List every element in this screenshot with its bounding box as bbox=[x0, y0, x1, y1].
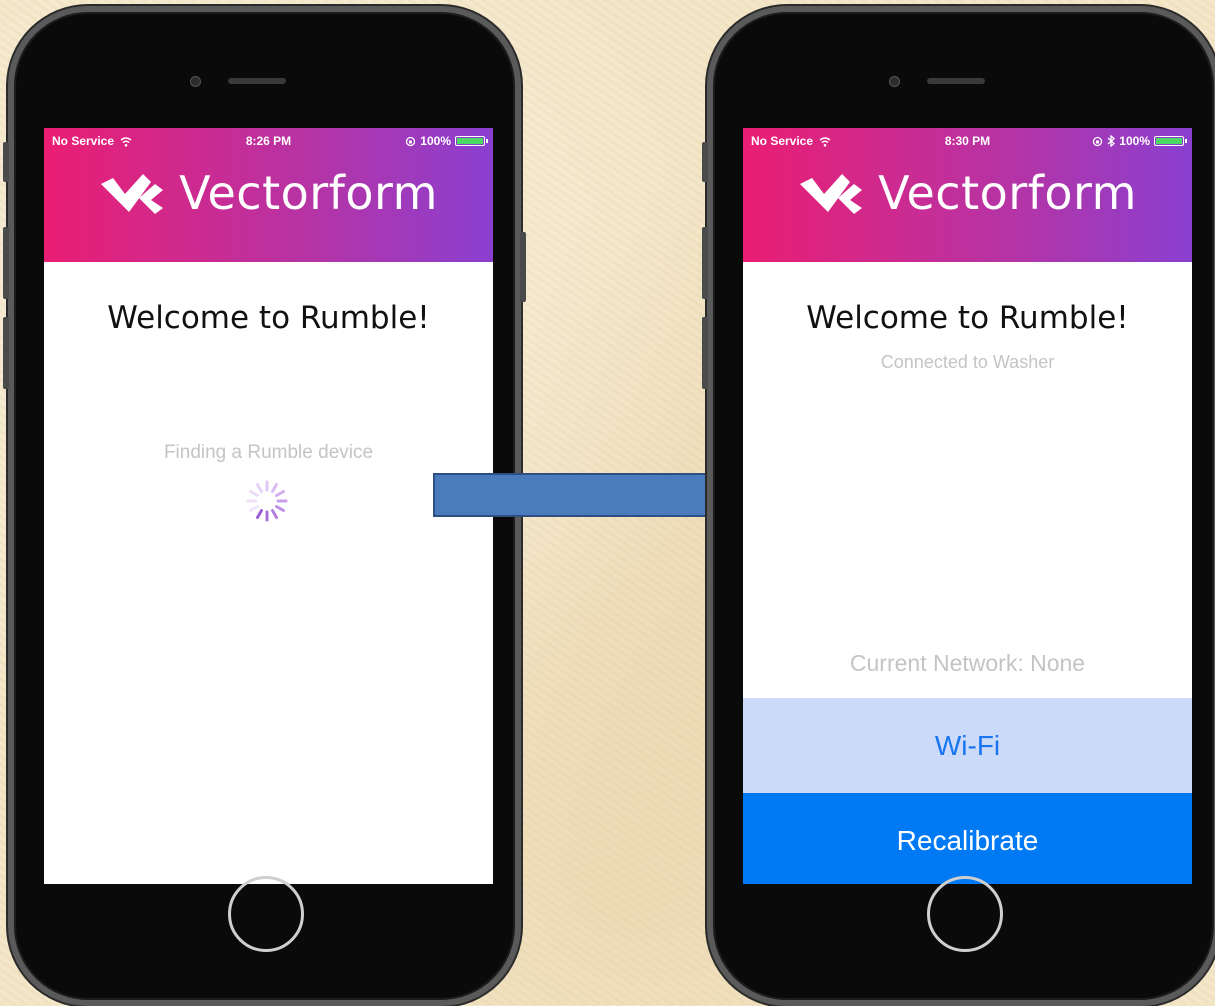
brand-lockup: Vectorform bbox=[44, 166, 493, 220]
battery-icon bbox=[455, 136, 488, 146]
phone-frame-right: No Service 8:30 PM 100% Vectorform Welco… bbox=[702, 6, 1215, 1006]
front-camera bbox=[190, 76, 201, 87]
app-header: No Service 8:26 PM 100% Vectorform bbox=[44, 128, 493, 262]
status-bar: No Service 8:30 PM 100% bbox=[743, 134, 1192, 152]
volume-up-button bbox=[702, 227, 708, 299]
mute-switch bbox=[702, 142, 708, 182]
connection-status-text: Connected to Washer bbox=[880, 352, 1055, 372]
current-network-text: Current Network: None bbox=[849, 650, 1086, 676]
volume-down-button bbox=[702, 317, 708, 389]
brand-lockup: Vectorform bbox=[743, 166, 1192, 220]
front-camera bbox=[889, 76, 900, 87]
bluetooth-icon bbox=[1107, 135, 1116, 147]
lock-rotation-icon bbox=[1093, 136, 1103, 146]
recalibrate-button[interactable]: Recalibrate bbox=[743, 793, 1192, 884]
home-button[interactable] bbox=[927, 876, 1003, 952]
status-bar: No Service 8:26 PM 100% bbox=[44, 134, 493, 152]
volume-down-button bbox=[3, 317, 9, 389]
app-header: No Service 8:30 PM 100% Vectorform bbox=[743, 128, 1192, 262]
lock-rotation-icon bbox=[406, 136, 416, 146]
screen-connected: No Service 8:30 PM 100% Vectorform Welco… bbox=[743, 128, 1192, 884]
home-button[interactable] bbox=[228, 876, 304, 952]
vectorform-logo-icon bbox=[101, 174, 164, 214]
welcome-title: Welcome to Rumble! bbox=[806, 300, 1129, 336]
finding-device-text: Finding a Rumble device bbox=[163, 442, 374, 463]
loading-spinner-icon bbox=[246, 480, 288, 522]
volume-up-button bbox=[3, 227, 9, 299]
screen-finding: No Service 8:26 PM 100% Vectorform Welco… bbox=[44, 128, 493, 884]
battery-icon bbox=[1154, 136, 1187, 146]
earpiece-speaker bbox=[927, 78, 985, 84]
power-button bbox=[520, 232, 526, 302]
mute-switch bbox=[3, 142, 9, 182]
welcome-title: Welcome to Rumble! bbox=[107, 300, 430, 336]
vectorform-logo-icon bbox=[800, 174, 863, 214]
earpiece-speaker bbox=[228, 78, 286, 84]
wifi-button[interactable]: Wi-Fi bbox=[743, 698, 1192, 793]
brand-name: Vectorform bbox=[179, 166, 438, 220]
brand-name: Vectorform bbox=[878, 166, 1137, 220]
battery-percent: 100% bbox=[420, 134, 451, 148]
battery-percent: 100% bbox=[1119, 134, 1150, 148]
